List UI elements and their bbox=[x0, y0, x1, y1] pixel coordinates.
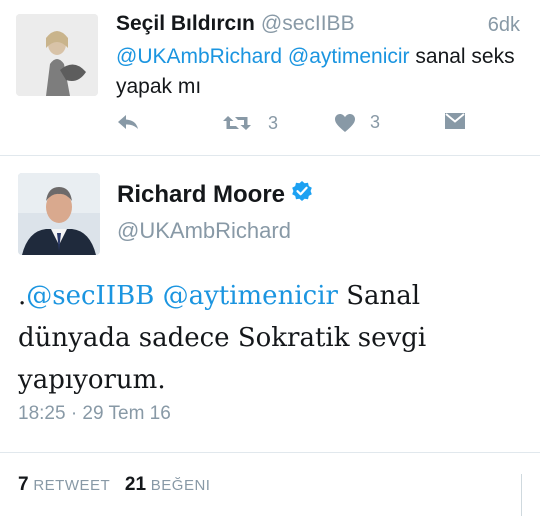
tweet-stats: 7 RETWEET 21 BEĞENI bbox=[18, 474, 220, 496]
tweet-actions: 3 3 bbox=[116, 112, 476, 140]
retweets-count: 7 bbox=[18, 474, 29, 495]
tweet-text: .@secIIBB @aytimenicir Sanal dünyada sad… bbox=[18, 275, 518, 401]
divider bbox=[521, 474, 522, 516]
like-count: 3 bbox=[370, 112, 381, 132]
retweet-button[interactable]: 3 bbox=[222, 112, 278, 134]
retweet-count: 3 bbox=[268, 112, 279, 133]
mention-link[interactable]: @aytimenicir bbox=[288, 45, 410, 68]
mention-link[interactable]: @secIIBB bbox=[26, 281, 154, 311]
reply-button[interactable] bbox=[116, 112, 140, 132]
author-handle[interactable]: @secIIBB bbox=[261, 12, 355, 35]
retweets-stat[interactable]: 7 RETWEET bbox=[18, 474, 120, 495]
retweet-icon bbox=[222, 112, 252, 134]
tweet-time[interactable]: 6dk bbox=[488, 14, 520, 37]
retweets-label: RETWEET bbox=[33, 477, 111, 494]
author-name[interactable]: Richard Moore bbox=[117, 180, 313, 209]
verified-badge-icon bbox=[291, 180, 313, 209]
direct-message-button[interactable] bbox=[444, 112, 466, 130]
direct-message-icon bbox=[444, 112, 466, 130]
divider bbox=[0, 452, 540, 453]
avatar[interactable] bbox=[16, 14, 98, 96]
mention-link[interactable]: @aytimenicir bbox=[163, 281, 338, 311]
tweet-timestamp[interactable]: 18:25 · 29 Tem 16 bbox=[18, 403, 171, 425]
mention-link[interactable]: @UKAmbRichard bbox=[116, 45, 282, 68]
display-name[interactable]: Seçil Bıldırcın bbox=[116, 12, 255, 35]
reply-icon bbox=[116, 112, 140, 132]
author-name[interactable]: Seçil Bıldırcın @secIIBB bbox=[116, 12, 355, 36]
tweet-text: @UKAmbRichard @aytimenicir sanal seks ya… bbox=[116, 42, 516, 102]
display-name[interactable]: Richard Moore bbox=[117, 181, 285, 209]
likes-stat[interactable]: 21 BEĞENI bbox=[124, 474, 221, 495]
like-button[interactable]: 3 bbox=[334, 112, 380, 133]
likes-label: BEĞENI bbox=[150, 477, 211, 494]
author-handle[interactable]: @UKAmbRichard bbox=[117, 218, 291, 244]
avatar[interactable] bbox=[18, 173, 100, 255]
likes-count: 21 bbox=[124, 474, 147, 495]
heart-icon bbox=[334, 113, 356, 133]
divider bbox=[0, 155, 540, 156]
